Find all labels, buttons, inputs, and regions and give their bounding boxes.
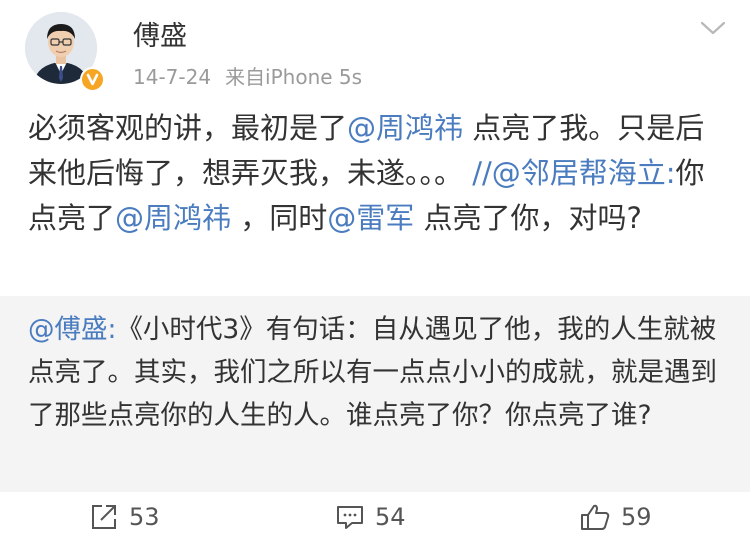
like-button[interactable]: 59 — [579, 502, 652, 532]
mention-link[interactable]: @周鸿祎 — [115, 201, 231, 235]
comment-icon — [337, 506, 363, 529]
like-count: 59 — [621, 503, 652, 531]
avatar[interactable] — [25, 12, 105, 92]
repost-button[interactable]: 53 — [89, 502, 160, 532]
chevron-down-icon[interactable] — [699, 18, 727, 38]
mention-link[interactable]: //@邻居帮海立: — [472, 156, 675, 190]
verified-badge-icon — [80, 67, 105, 92]
mention-link[interactable]: @傅盛: — [28, 314, 116, 345]
comment-button[interactable]: 54 — [335, 502, 406, 532]
like-icon — [581, 504, 610, 530]
reposted-original[interactable]: @傅盛:《小时代3》有句话：自从遇见了他，我的人生就被点亮了。其实，我们之所以有… — [0, 296, 750, 492]
post-text: 必须客观的讲，最初是了@周鸿祎 点亮了我。只是后来他后悔了，想弄灭我，未遂。。。… — [28, 111, 705, 235]
weibo-post: 傅盛 14-7-24 来自iPhone 5s 必须客观的讲，最初是了@周鸿祎 点亮… — [0, 0, 750, 546]
author-name[interactable]: 傅盛 — [133, 14, 187, 53]
post-date: 14-7-24 — [133, 65, 212, 89]
mention-link[interactable]: @周鸿祎 — [347, 111, 463, 145]
comment-count: 54 — [375, 503, 406, 531]
repost-icon — [92, 505, 116, 529]
action-bar: 53 54 59 — [0, 496, 750, 546]
repost-count: 53 — [129, 503, 160, 531]
post-source: 来自iPhone 5s — [225, 65, 363, 89]
repost-text: @傅盛:《小时代3》有句话：自从遇见了他，我的人生就被点亮了。其实，我们之所以有… — [28, 314, 717, 431]
post-meta: 14-7-24 来自iPhone 5s — [133, 61, 362, 90]
mention-link[interactable]: @雷军 — [327, 201, 414, 235]
